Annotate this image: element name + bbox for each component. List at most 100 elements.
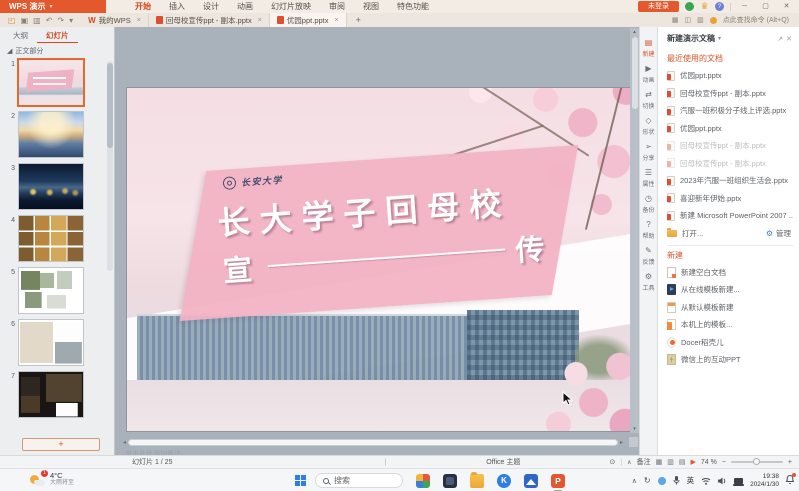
zoom-in-button[interactable]: + — [788, 459, 792, 466]
notification-bell[interactable] — [786, 475, 794, 486]
zoom-slider[interactable] — [731, 461, 783, 463]
tab-home[interactable]: 开始 — [126, 1, 160, 12]
tab-insert[interactable]: 插入 — [160, 1, 194, 12]
slide-thumbnail[interactable] — [19, 164, 83, 209]
panel-scrollbar[interactable] — [107, 61, 113, 271]
notes-toggle[interactable]: 备注 — [637, 457, 651, 467]
slide-thumbnail-row[interactable]: 7 — [0, 372, 114, 417]
slide-canvas[interactable]: 长安大学 长大学子回母校 宣 传 — [127, 88, 631, 431]
slide-thumbnail[interactable] — [19, 320, 83, 365]
feedback-pane-button[interactable]: ✎ 反馈 — [642, 247, 655, 266]
weather-widget[interactable]: 1 4°C 大雨将至 — [30, 472, 74, 487]
scroll-right-icon[interactable]: ▸ — [620, 439, 623, 446]
k-browser-app-icon[interactable]: K — [497, 474, 511, 488]
help-pane-button[interactable]: ? 帮助 — [642, 221, 655, 240]
new-blank-doc-item[interactable]: 新建空白文档 — [667, 267, 793, 278]
slide-thumbnail[interactable] — [19, 216, 83, 261]
file-explorer-icon[interactable] — [470, 474, 484, 488]
media-app-icon[interactable] — [443, 474, 457, 488]
widgets-app-icon[interactable] — [416, 474, 430, 488]
scroll-down-icon[interactable]: ▾ — [633, 426, 636, 432]
normal-view-button[interactable]: ▦ — [656, 458, 663, 466]
find-icon-1[interactable]: ▦ — [672, 16, 679, 24]
reading-view-button[interactable]: ▤ — [679, 458, 686, 466]
member-icon[interactable] — [685, 2, 694, 11]
tab-animation[interactable]: 动画 — [228, 1, 262, 12]
tray-app-icon[interactable] — [658, 477, 666, 485]
tab-review[interactable]: 审阅 — [320, 1, 354, 12]
slide-thumbnail[interactable] — [19, 372, 83, 417]
tab-slideshow[interactable]: 幻灯片放映 — [262, 1, 320, 12]
slide-sorter-view-button[interactable]: ▥ — [667, 458, 674, 466]
login-button[interactable]: 未登录 — [638, 1, 679, 12]
vertical-scrollbar[interactable]: ▴ ▾ — [630, 28, 639, 433]
battery-icon[interactable] — [734, 478, 743, 484]
slide-thumbnail-row[interactable]: 2 — [0, 112, 114, 157]
recent-doc-item[interactable]: 汽服一班积极分子线上评选.pptx — [667, 105, 793, 116]
banner-content[interactable]: 长安大学 长大学子回母校 宣 传 — [192, 137, 575, 333]
photos-app-icon[interactable] — [524, 474, 538, 488]
slide-thumbnail-row[interactable]: 5 — [0, 268, 114, 313]
zoom-slider-knob[interactable] — [753, 458, 760, 465]
zoom-out-button[interactable]: − — [722, 459, 726, 466]
transition-pane-button[interactable]: ⇄ 切换 — [642, 91, 655, 110]
backup-pane-button[interactable]: ◷ 备份 — [642, 195, 655, 214]
recent-doc-item[interactable]: 优园ppt.pptx — [667, 123, 793, 134]
pane-caret-icon[interactable]: ▾ — [718, 35, 721, 42]
recent-doc-item[interactable]: 回母校宣传ppt - 副本.pptx — [667, 88, 793, 99]
redo-icon[interactable]: ↷ — [57, 16, 64, 25]
microphone-icon[interactable] — [673, 476, 680, 485]
slide-thumbnail[interactable] — [19, 112, 83, 157]
animation-pane-button[interactable]: ▶ 动画 — [642, 65, 655, 84]
outline-tab[interactable]: 大纲 — [4, 28, 37, 43]
wps-presentation-app-icon[interactable]: P — [551, 474, 565, 488]
taskbar-clock[interactable]: 19:38 2024/1/30 — [750, 473, 779, 489]
pane-expand-icon[interactable]: ↗ — [777, 35, 783, 43]
recent-doc-item[interactable]: 新建 Microsoft PowerPoint 2007 ... — [667, 210, 793, 221]
scroll-left-icon[interactable]: ◂ — [123, 439, 126, 446]
close-tab-icon[interactable]: × — [137, 17, 141, 24]
add-slide-button[interactable]: + — [22, 438, 100, 451]
close-button[interactable]: ✕ — [779, 0, 794, 13]
notes-caret-icon[interactable]: ∧ — [627, 459, 631, 466]
slides-tab[interactable]: 幻灯片 — [37, 28, 78, 43]
slide-thumbnail-row[interactable]: 4 — [0, 216, 114, 261]
recent-doc-item[interactable]: 优园ppt.pptx — [667, 70, 793, 81]
scroll-up-icon[interactable]: ▴ — [633, 29, 636, 35]
wechat-interactive-ppt-item[interactable]: 微信上的互动PPT — [667, 354, 793, 365]
close-tab-icon[interactable]: × — [335, 17, 339, 24]
maximize-button[interactable]: ▢ — [758, 0, 773, 13]
horizontal-scroll-track[interactable] — [128, 439, 618, 446]
new-pane-button[interactable]: ▤ 新建 — [642, 39, 655, 58]
find-icon-3[interactable]: ▥ — [697, 16, 704, 24]
tab-special-features[interactable]: 特色功能 — [388, 1, 438, 12]
crown-icon[interactable]: ♛ — [700, 2, 709, 11]
section-header[interactable]: ◢ 正文部分 — [0, 43, 114, 58]
wifi-icon[interactable] — [701, 477, 711, 485]
volume-icon[interactable] — [718, 477, 727, 485]
save-icon[interactable]: ▣ — [21, 16, 29, 25]
shape-pane-button[interactable]: ◇ 形状 — [642, 117, 655, 136]
recent-doc-item-unavailable[interactable]: 回母校宣传ppt - 副本.pptx — [667, 158, 793, 169]
tools-pane-button[interactable]: ⚙ 工具 — [642, 273, 655, 292]
manage-button[interactable]: ⚙ 管理 — [766, 228, 793, 239]
new-tab-button[interactable]: + — [347, 13, 370, 27]
slide-thumbnail-row[interactable]: 3 — [0, 164, 114, 209]
tab-view[interactable]: 视图 — [354, 1, 388, 12]
sync-icon[interactable]: ↻ — [644, 476, 651, 485]
start-button[interactable] — [295, 475, 306, 486]
wps-logo[interactable]: WPS 演示 ▾ — [0, 0, 106, 13]
print-icon[interactable]: ▥ — [33, 16, 41, 25]
close-tab-icon[interactable]: × — [258, 17, 262, 24]
slide-thumbnail[interactable] — [19, 268, 83, 313]
undo-icon[interactable]: ↶ — [46, 16, 53, 25]
find-command-label[interactable]: 点此查找命令 (Alt+Q) — [723, 15, 789, 25]
command-search[interactable]: ▦ ◫ ▥ 点此查找命令 (Alt+Q) — [672, 13, 799, 27]
doc-tab-mywps[interactable]: W 我的WPS × — [81, 13, 149, 27]
local-templates-item[interactable]: 本机上的模板... — [667, 319, 793, 330]
tab-design[interactable]: 设计 — [194, 1, 228, 12]
docer-item[interactable]: Docer稻壳儿 — [667, 337, 793, 348]
slide-thumbnail-row[interactable]: 1 — [0, 60, 114, 105]
properties-pane-button[interactable]: ☰ 属性 — [642, 169, 655, 188]
recent-doc-item-unavailable[interactable]: 回母校宣传ppt - 副本.pptx — [667, 140, 793, 151]
